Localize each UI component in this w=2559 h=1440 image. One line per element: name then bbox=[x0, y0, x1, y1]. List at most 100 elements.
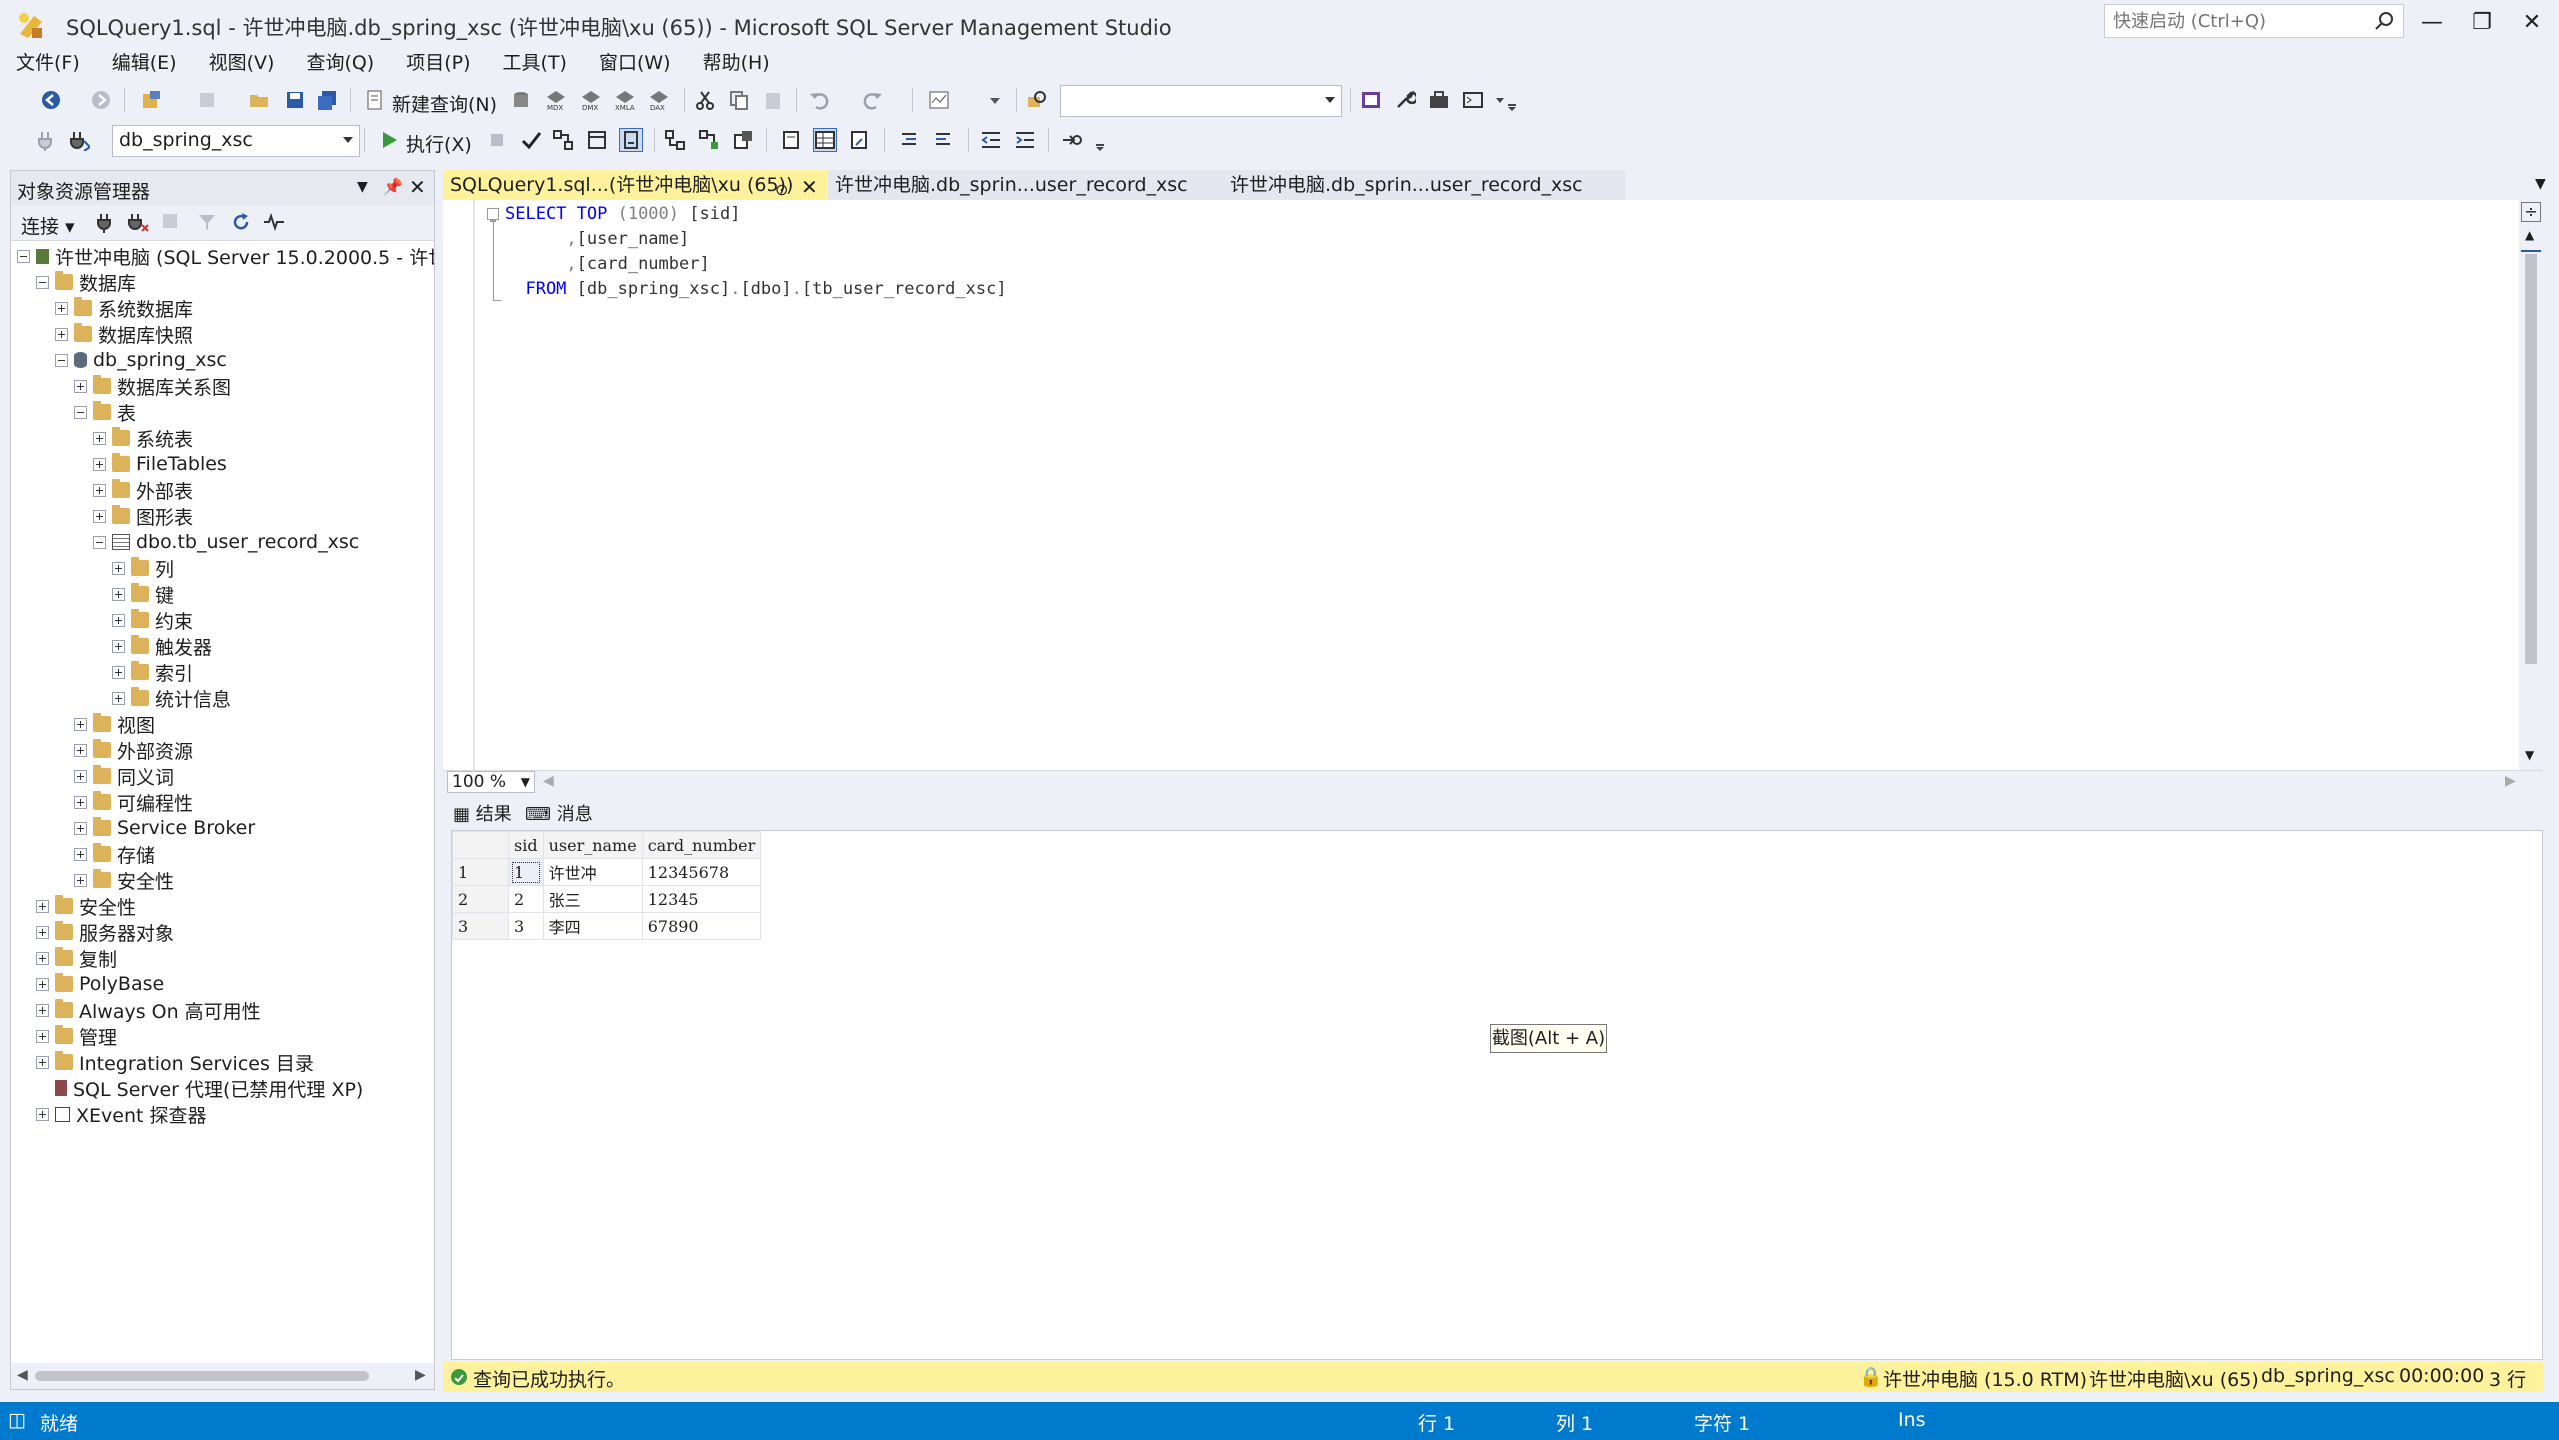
zoom-selector[interactable]: 100 % ▼ bbox=[447, 771, 535, 793]
change-connection-icon[interactable] bbox=[68, 129, 92, 152]
tree-node[interactable]: 触发器 bbox=[112, 633, 212, 659]
tree-node[interactable]: 存储 bbox=[74, 841, 155, 867]
expand-icon[interactable] bbox=[93, 431, 106, 445]
menu-tools[interactable]: 工具(T) bbox=[487, 50, 583, 78]
connect-icon[interactable] bbox=[34, 129, 56, 151]
specify-template-values-icon[interactable] bbox=[1060, 129, 1082, 151]
column-header-card-number[interactable]: card_number bbox=[641, 831, 762, 859]
save-all-icon[interactable] bbox=[316, 89, 338, 111]
menu-window[interactable]: 窗口(W) bbox=[583, 50, 687, 78]
expand-icon[interactable] bbox=[36, 1029, 49, 1043]
scroll-down-icon[interactable]: ▼ bbox=[2525, 748, 2534, 762]
filter-icon[interactable] bbox=[197, 212, 217, 237]
collapse-icon[interactable] bbox=[55, 353, 68, 367]
refresh-icon[interactable] bbox=[231, 212, 251, 237]
row-number[interactable]: 2 bbox=[452, 885, 509, 913]
expand-icon[interactable] bbox=[55, 327, 68, 341]
tree-node[interactable]: 系统表 bbox=[93, 425, 193, 451]
find-combobox[interactable] bbox=[1060, 85, 1342, 117]
expand-icon[interactable] bbox=[74, 873, 87, 887]
menu-query[interactable]: 查询(Q) bbox=[290, 50, 390, 78]
toolbar-overflow-icon[interactable] bbox=[1494, 89, 1516, 111]
toolbar2-overflow-icon[interactable] bbox=[1092, 129, 1114, 151]
tree-node[interactable]: XEvent 探查器 bbox=[36, 1101, 207, 1127]
cancel-query-icon[interactable] bbox=[486, 129, 508, 151]
database-engine-query-icon[interactable] bbox=[510, 89, 532, 111]
chevron-down-icon[interactable]: ▼ bbox=[357, 179, 368, 195]
comment-lines-icon[interactable] bbox=[898, 129, 920, 151]
expand-icon[interactable] bbox=[36, 1107, 49, 1121]
expand-icon[interactable] bbox=[36, 951, 49, 965]
forward-icon[interactable] bbox=[90, 89, 112, 111]
find-icon[interactable] bbox=[1026, 89, 1048, 111]
tab-list-dropdown-icon[interactable]: ▼ bbox=[2535, 176, 2546, 192]
grid-cell[interactable]: 2 bbox=[508, 885, 544, 913]
pin-icon[interactable]: 📌 bbox=[383, 177, 403, 196]
mdx-query-icon[interactable]: MDX bbox=[545, 89, 567, 112]
tree-node[interactable]: Service Broker bbox=[74, 815, 255, 841]
grid-cell[interactable]: 12345678 bbox=[641, 858, 762, 886]
search-icon[interactable] bbox=[2373, 9, 2397, 33]
expand-icon[interactable] bbox=[112, 587, 125, 601]
open-file-icon[interactable] bbox=[248, 89, 270, 111]
include-actual-plan-icon[interactable] bbox=[664, 129, 686, 151]
results-to-text-mode-icon[interactable] bbox=[780, 129, 802, 151]
tab-table-view-2[interactable]: 许世冲电脑.db_sprin...user_record_xsc bbox=[1223, 170, 1625, 200]
grid-cell[interactable]: 3 bbox=[508, 912, 544, 940]
cut-icon[interactable] bbox=[694, 89, 716, 111]
menu-help[interactable]: 帮助(H) bbox=[687, 50, 786, 78]
tree-node[interactable]: 键 bbox=[112, 581, 174, 607]
code-line[interactable]: ,[user_name] bbox=[505, 227, 689, 252]
split-editor-icon[interactable]: ÷ bbox=[2521, 202, 2541, 222]
results-to-file-icon[interactable] bbox=[848, 129, 870, 151]
properties-wrench-icon[interactable] bbox=[1394, 89, 1419, 111]
parse-checkmark-icon[interactable] bbox=[520, 129, 542, 151]
collapse-icon[interactable] bbox=[93, 535, 106, 549]
expand-icon[interactable] bbox=[112, 639, 125, 653]
tree-node[interactable]: 索引 bbox=[112, 659, 193, 685]
back-icon[interactable] bbox=[40, 89, 62, 111]
new-query-icon[interactable] bbox=[364, 89, 386, 111]
activity-monitor-icon[interactable] bbox=[928, 89, 950, 111]
expand-icon[interactable] bbox=[74, 743, 87, 757]
scroll-left-icon[interactable]: ◀ bbox=[17, 1367, 28, 1383]
tree-node[interactable]: 复制 bbox=[36, 945, 117, 971]
code-line[interactable]: SELECT TOP (1000) [sid] bbox=[505, 202, 740, 227]
tree-node[interactable]: 安全性 bbox=[36, 893, 136, 919]
menu-edit[interactable]: 编辑(E) bbox=[96, 50, 193, 78]
execute-button[interactable]: 执行(X) bbox=[406, 130, 472, 157]
editor-vertical-scrollbar[interactable]: ÷ ▲ ▼ bbox=[2519, 200, 2543, 770]
increase-indent-icon[interactable] bbox=[1014, 129, 1036, 151]
tree-node[interactable]: 表 bbox=[74, 399, 136, 425]
expand-icon[interactable] bbox=[36, 925, 49, 939]
quick-launch-input[interactable] bbox=[2105, 5, 2365, 37]
toolbox-icon[interactable] bbox=[1428, 89, 1450, 111]
dropdown-icon[interactable] bbox=[984, 89, 1006, 111]
grid-cell[interactable]: 12345 bbox=[641, 885, 762, 913]
menu-view[interactable]: 视图(V) bbox=[193, 50, 291, 78]
expand-icon[interactable] bbox=[74, 847, 87, 861]
collapse-region-icon[interactable] bbox=[487, 208, 499, 222]
code-line[interactable]: ,[card_number] bbox=[505, 252, 709, 277]
menu-project[interactable]: 项目(P) bbox=[390, 50, 486, 78]
expand-icon[interactable] bbox=[74, 821, 87, 835]
save-icon[interactable] bbox=[284, 89, 306, 111]
stop-icon[interactable] bbox=[163, 214, 177, 228]
sql-code-editor[interactable]: SELECT TOP (1000) [sid] ,[user_name] ,[c… bbox=[443, 200, 2519, 770]
tree-node[interactable]: FileTables bbox=[93, 451, 227, 477]
redo-icon[interactable] bbox=[862, 89, 884, 111]
row-number[interactable]: 3 bbox=[452, 912, 509, 940]
decrease-indent-icon[interactable] bbox=[980, 129, 1002, 151]
tree-node[interactable]: 数据库关系图 bbox=[74, 373, 231, 399]
results-to-text-icon[interactable] bbox=[619, 128, 643, 152]
display-estimated-plan-icon[interactable] bbox=[552, 129, 574, 151]
tree-node[interactable]: 可编程性 bbox=[74, 789, 193, 815]
expand-icon[interactable] bbox=[93, 509, 106, 523]
tree-node[interactable]: dbo.tb_user_record_xsc bbox=[93, 529, 359, 555]
tree-node[interactable]: 管理 bbox=[36, 1023, 117, 1049]
tree-node[interactable]: 外部资源 bbox=[74, 737, 193, 763]
expand-icon[interactable] bbox=[74, 769, 87, 783]
copy-icon[interactable] bbox=[728, 89, 750, 111]
quick-launch-box[interactable] bbox=[2104, 4, 2404, 38]
grid-cell[interactable]: 李四 bbox=[542, 912, 643, 940]
